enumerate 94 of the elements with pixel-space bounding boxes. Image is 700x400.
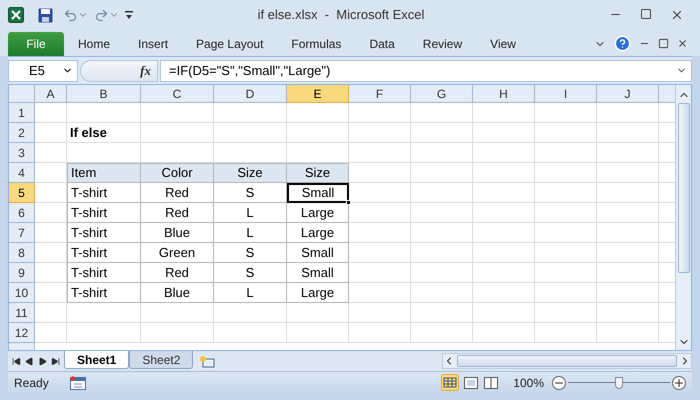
column-header[interactable]: F (349, 85, 411, 103)
zoom-slider[interactable] (568, 376, 670, 388)
table-cell: T-shirt (67, 203, 141, 223)
row-header[interactable]: 10 (9, 283, 35, 303)
table-cell: T-shirt (67, 223, 141, 243)
row-header[interactable]: 9 (9, 263, 35, 283)
row-header[interactable]: 11 (9, 303, 35, 323)
row-header[interactable]: 5 (9, 183, 35, 203)
table-cell: Small (287, 243, 349, 263)
row-header[interactable]: 8 (9, 243, 35, 263)
table-header-cell: Size (287, 163, 349, 183)
table-cell: L (214, 203, 287, 223)
record-macro-icon[interactable] (70, 376, 86, 390)
insert-sheet-icon[interactable] (199, 354, 216, 368)
column-header[interactable]: D (214, 85, 287, 103)
table-cell: L (214, 283, 287, 303)
zoom-in-icon[interactable] (672, 376, 686, 390)
zoom-out-icon[interactable] (552, 376, 566, 390)
column-header[interactable]: B (67, 85, 141, 103)
table-header-cell: Size (214, 163, 287, 183)
name-box[interactable]: E5 (8, 60, 78, 82)
table-cell: Large (287, 283, 349, 303)
spreadsheet-logo-icon[interactable] (8, 7, 24, 23)
table-cell: Blue (141, 283, 214, 303)
ribbon-tab[interactable]: View (476, 32, 530, 56)
ribbon-tab[interactable]: Page Layout (182, 32, 278, 56)
column-header[interactable]: J (597, 85, 659, 103)
row-header[interactable]: 12 (9, 323, 35, 343)
table-cell: S (214, 263, 287, 283)
previous-sheet-icon[interactable] (25, 356, 34, 366)
table-cell: Large (287, 203, 349, 223)
table-cell: S (214, 243, 287, 263)
ribbon-tab[interactable]: Data (355, 32, 409, 56)
column-header[interactable]: E (287, 85, 349, 103)
redo-icon[interactable] (94, 8, 109, 22)
save-icon[interactable] (38, 8, 53, 22)
table-cell: Small (287, 263, 349, 283)
ribbon-tab[interactable]: Review (408, 32, 476, 56)
ribbon-tab[interactable]: Insert (124, 32, 182, 56)
first-sheet-icon[interactable] (12, 356, 21, 366)
next-sheet-icon[interactable] (38, 356, 47, 366)
table-cell: Red (141, 183, 214, 203)
window-title: if else.xlsx - Microsoft Excel (256, 6, 426, 24)
table-cell: T-shirt (67, 263, 141, 283)
close-icon[interactable] (670, 8, 684, 22)
page-break-view-icon[interactable] (483, 376, 500, 390)
table-cell: L (214, 223, 287, 243)
row-header[interactable]: 1 (9, 103, 35, 123)
sheet-tab[interactable]: Sheet1 (64, 351, 130, 369)
zoom-slider-thumb[interactable] (615, 376, 623, 388)
select-all-button[interactable] (9, 85, 35, 103)
table-cell: Large (287, 223, 349, 243)
close-icon[interactable] (677, 38, 688, 49)
table-cell: T-shirt (67, 283, 141, 303)
help-icon[interactable] (614, 35, 631, 52)
customize-toolbar-icon[interactable] (125, 10, 133, 20)
table-cell: T-shirt (67, 183, 141, 203)
table-cell: Red (141, 203, 214, 223)
table-cell: Small (287, 183, 349, 203)
maximize-icon[interactable] (640, 8, 652, 20)
row-header[interactable]: 3 (9, 143, 35, 163)
table-cell: T-shirt (67, 243, 141, 263)
row-header[interactable]: 6 (9, 203, 35, 223)
page-layout-view-icon[interactable] (463, 376, 480, 390)
table-header-cell: Color (141, 163, 214, 183)
table-cell: Blue (141, 223, 214, 243)
ribbon-tab[interactable]: Home (64, 32, 124, 56)
undo-icon[interactable] (63, 8, 78, 22)
file-tab[interactable]: File (8, 32, 64, 56)
insert-function-button[interactable]: fx (140, 60, 151, 80)
table-cell: Red (141, 263, 214, 283)
ribbon-tab[interactable]: Formulas (277, 32, 356, 56)
column-header[interactable]: H (473, 85, 535, 103)
table-header-cell: Item (67, 163, 141, 183)
column-header[interactable]: I (535, 85, 597, 103)
row-header[interactable]: 7 (9, 223, 35, 243)
row-header[interactable] (9, 343, 35, 350)
sheet-tab[interactable]: Sheet2 (129, 351, 194, 369)
formula-field[interactable]: =IF(D5="S","Small","Large") (160, 60, 692, 82)
column-header[interactable]: C (141, 85, 214, 103)
horizontal-scrollbar[interactable] (442, 353, 692, 369)
normal-view-icon[interactable] (441, 374, 460, 391)
row-header[interactable]: 2 (9, 123, 35, 143)
restore-icon[interactable] (658, 38, 669, 49)
vertical-scrollbar[interactable] (675, 85, 691, 350)
table-cell: S (214, 183, 287, 203)
zoom-level-text[interactable]: 100% (513, 374, 544, 392)
column-header[interactable]: A (35, 85, 67, 103)
table-cell: Green (141, 243, 214, 263)
status-text: Ready (14, 374, 50, 392)
last-sheet-icon[interactable] (51, 356, 60, 366)
column-header[interactable]: G (411, 85, 473, 103)
row-header[interactable]: 4 (9, 163, 35, 183)
fill-handle[interactable] (346, 200, 351, 205)
